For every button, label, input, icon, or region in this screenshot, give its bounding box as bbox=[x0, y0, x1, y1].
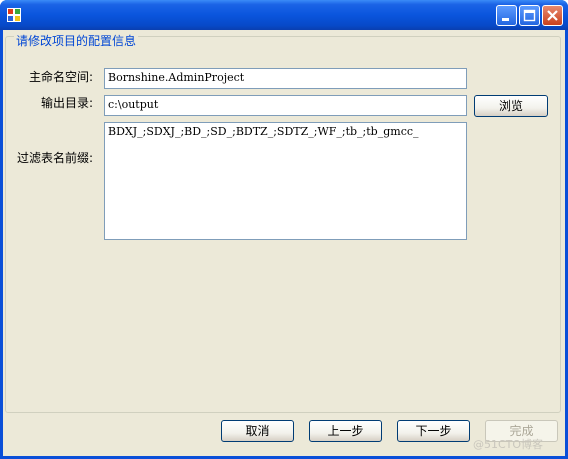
cancel-button[interactable]: 取消 bbox=[221, 420, 294, 442]
minimize-button[interactable] bbox=[496, 5, 517, 26]
maximize-icon bbox=[523, 9, 536, 22]
close-icon bbox=[547, 10, 558, 21]
previous-step-button[interactable]: 上一步 bbox=[309, 420, 382, 442]
groupbox-title: 请修改项目的配置信息 bbox=[14, 34, 139, 48]
output-dir-label: 输出目录: bbox=[40, 96, 93, 110]
output-dir-input[interactable]: c:\output bbox=[104, 95, 467, 116]
table-prefix-label: 过滤表名前缀: bbox=[16, 151, 93, 165]
windows-form-icon bbox=[7, 8, 21, 22]
title-bar[interactable] bbox=[0, 0, 568, 30]
watermark: @51CTO博客 bbox=[473, 438, 544, 451]
wizard-window: 请修改项目的配置信息 主命名空间: Bornshine.AdminProject… bbox=[0, 0, 568, 459]
maximize-button[interactable] bbox=[519, 5, 540, 26]
client-area: 请修改项目的配置信息 主命名空间: Bornshine.AdminProject… bbox=[3, 30, 565, 456]
close-button[interactable] bbox=[542, 5, 563, 26]
namespace-label: 主命名空间: bbox=[28, 70, 93, 84]
next-step-button[interactable]: 下一步 bbox=[397, 420, 470, 442]
browse-button[interactable]: 浏览 bbox=[474, 95, 548, 117]
namespace-input[interactable]: Bornshine.AdminProject bbox=[104, 68, 467, 89]
table-prefix-textarea[interactable]: BDXJ_;SDXJ_;BD_;SD_;BDTZ_;SDTZ_;WF_;tb_;… bbox=[104, 122, 467, 240]
minimize-icon bbox=[502, 18, 509, 21]
